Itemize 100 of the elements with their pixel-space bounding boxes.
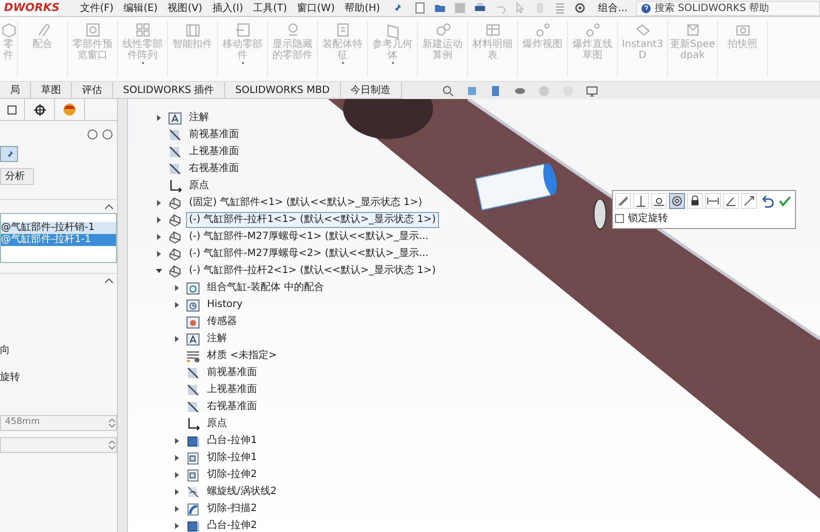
tree-item[interactable]: 前视基准面: [204, 364, 260, 380]
tree-item[interactable]: (固定) 气缸部件<1> (默认<<默认>_显示状态 1>): [186, 194, 426, 210]
flip-mate-icon[interactable]: [741, 193, 757, 209]
spinner-icon[interactable]: [108, 439, 116, 451]
expand-arrow-icon[interactable]: [156, 234, 162, 240]
expand-arrow-icon[interactable]: [174, 284, 180, 290]
tree-item[interactable]: 上视基准面: [186, 144, 242, 160]
tree-item[interactable]: 材质 <未指定>: [204, 348, 280, 364]
selection-list[interactable]: @气缸部件-拉杆销-1 @气缸部件-拉杆1-1: [0, 213, 117, 263]
history-icon: [186, 298, 200, 312]
sweep-icon: [186, 502, 200, 516]
explode-icon: [584, 21, 602, 39]
command-tab[interactable]: 评估: [72, 82, 113, 98]
expand-arrow-icon[interactable]: [174, 522, 180, 528]
tree-item[interactable]: (-) 气缸部件-拉杆1<1> (默认<<默认>_显示状态 1>): [186, 212, 439, 228]
distance-field[interactable]: 458mm: [0, 415, 117, 431]
search-field[interactable]: 搜索 SOLIDWORKS 帮助: [636, 0, 820, 16]
menu-item[interactable]: 工具(T): [253, 0, 288, 16]
command-tab[interactable]: 草图: [31, 82, 72, 98]
lock-mate-icon[interactable]: [687, 193, 703, 209]
tree-item[interactable]: 前视基准面: [186, 126, 242, 142]
tree-item[interactable]: 凸台-拉伸1: [204, 432, 260, 448]
menu-item[interactable]: 视图(V): [168, 0, 202, 16]
view-orientation-icon[interactable]: [490, 84, 502, 96]
combine-dropdown[interactable]: 组合...: [598, 0, 628, 16]
command-tab[interactable]: 局: [0, 82, 31, 98]
component-icon: [168, 196, 182, 210]
monitor-icon[interactable]: [586, 84, 598, 96]
expand-arrow-icon[interactable]: [174, 454, 180, 460]
spinner-icon[interactable]: [108, 417, 116, 429]
expand-arrow-icon[interactable]: [174, 506, 180, 512]
new-document-icon[interactable]: [414, 2, 426, 14]
menu-item[interactable]: 编辑(E): [124, 0, 158, 16]
component-icon: [168, 212, 182, 226]
option-label: 旋转: [0, 370, 21, 385]
concentric-mate-icon[interactable]: [669, 193, 685, 209]
scrollbar[interactable]: [118, 99, 128, 532]
collapse-caret-icon[interactable]: [105, 278, 113, 283]
extrude-icon: [186, 518, 200, 532]
tree-item[interactable]: 右视基准面: [186, 160, 242, 176]
tree-item[interactable]: 传感器: [204, 314, 240, 330]
part-icon: [0, 21, 18, 39]
tree-item[interactable]: 螺旋线/涡状线2: [204, 484, 280, 500]
folder-icon: [186, 280, 200, 294]
collapse-arrow-icon[interactable]: [156, 268, 162, 274]
open-folder-icon[interactable]: [434, 2, 446, 14]
tree-item[interactable]: (-) 气缸部件-拉杆2<1> (默认<<默认>_显示状态 1>): [186, 262, 439, 278]
angle-mate-icon[interactable]: [723, 193, 739, 209]
angle-field[interactable]: [0, 437, 117, 453]
command-tab[interactable]: SOLIDWORKS MBD: [225, 82, 341, 98]
expand-arrow-icon[interactable]: [174, 302, 180, 308]
print-icon[interactable]: [474, 2, 486, 14]
tree-item[interactable]: 凸台-拉伸2: [204, 518, 260, 532]
lock-rotation-checkbox[interactable]: [615, 214, 624, 223]
pin-hole: [594, 198, 606, 230]
settings-icon[interactable]: [574, 2, 586, 14]
pin-button[interactable]: [0, 146, 18, 162]
annotation-icon: [186, 332, 200, 346]
menu-item[interactable]: 窗口(W): [297, 0, 335, 16]
tree-item[interactable]: History: [204, 296, 246, 312]
tree-item[interactable]: (-) 气缸部件-M27厚螺母<1> (默认<<默认>_显示...: [186, 228, 432, 244]
pattern-icon: [134, 21, 152, 39]
tree-item[interactable]: 切除-拉伸1: [204, 450, 260, 466]
tree-item[interactable]: 切除-拉伸2: [204, 466, 260, 482]
distance-mate-icon[interactable]: [705, 193, 721, 209]
expand-arrow-icon[interactable]: [174, 472, 180, 478]
tree-item[interactable]: 组合气缸-装配体 中的配合: [204, 280, 327, 296]
tree-item[interactable]: 注解: [186, 110, 212, 126]
menu-item[interactable]: 文件(F): [80, 0, 114, 16]
expand-arrow-icon[interactable]: [174, 488, 180, 494]
tree-item[interactable]: 右视基准面: [204, 398, 260, 414]
zoom-icon[interactable]: [442, 84, 454, 96]
command-tab[interactable]: SOLIDWORKS 插件: [113, 82, 226, 98]
expand-arrow-icon[interactable]: [156, 250, 162, 256]
explode-icon: [534, 21, 552, 39]
plane-icon: [186, 366, 200, 380]
tangent-mate-icon[interactable]: [651, 193, 667, 209]
window-icon: [84, 21, 102, 39]
expand-arrow-icon[interactable]: [174, 336, 180, 342]
sensor-icon: [186, 314, 200, 328]
collapse-caret-icon[interactable]: [105, 204, 113, 209]
expand-arrow-icon[interactable]: [156, 216, 162, 222]
tree-item[interactable]: 切除-扫描2: [204, 500, 260, 516]
expand-arrow-icon[interactable]: [156, 200, 162, 206]
parallel-mate-icon[interactable]: [633, 193, 649, 209]
expand-arrow-icon[interactable]: [174, 438, 180, 444]
component-icon: [168, 230, 182, 244]
tree-item[interactable]: (-) 气缸部件-M27厚螺母<2> (默认<<默认>_显示...: [186, 246, 432, 262]
selection-item[interactable]: @气缸部件-拉杆销-1: [1, 222, 116, 234]
menu-item[interactable]: 插入(I): [212, 0, 244, 16]
analysis-tab[interactable]: 分析: [0, 168, 34, 185]
extrude-icon: [186, 434, 200, 448]
tree-item[interactable]: 上视基准面: [204, 382, 260, 398]
tree-item[interactable]: 注解: [204, 330, 230, 346]
tree-item[interactable]: 原点: [204, 416, 230, 432]
crosshair-icon: [34, 104, 46, 116]
expand-arrow-icon[interactable]: [156, 114, 162, 120]
menu-item[interactable]: 帮助(H): [344, 0, 380, 16]
coincident-mate-icon[interactable]: [615, 193, 631, 209]
tree-item[interactable]: 原点: [186, 178, 212, 194]
